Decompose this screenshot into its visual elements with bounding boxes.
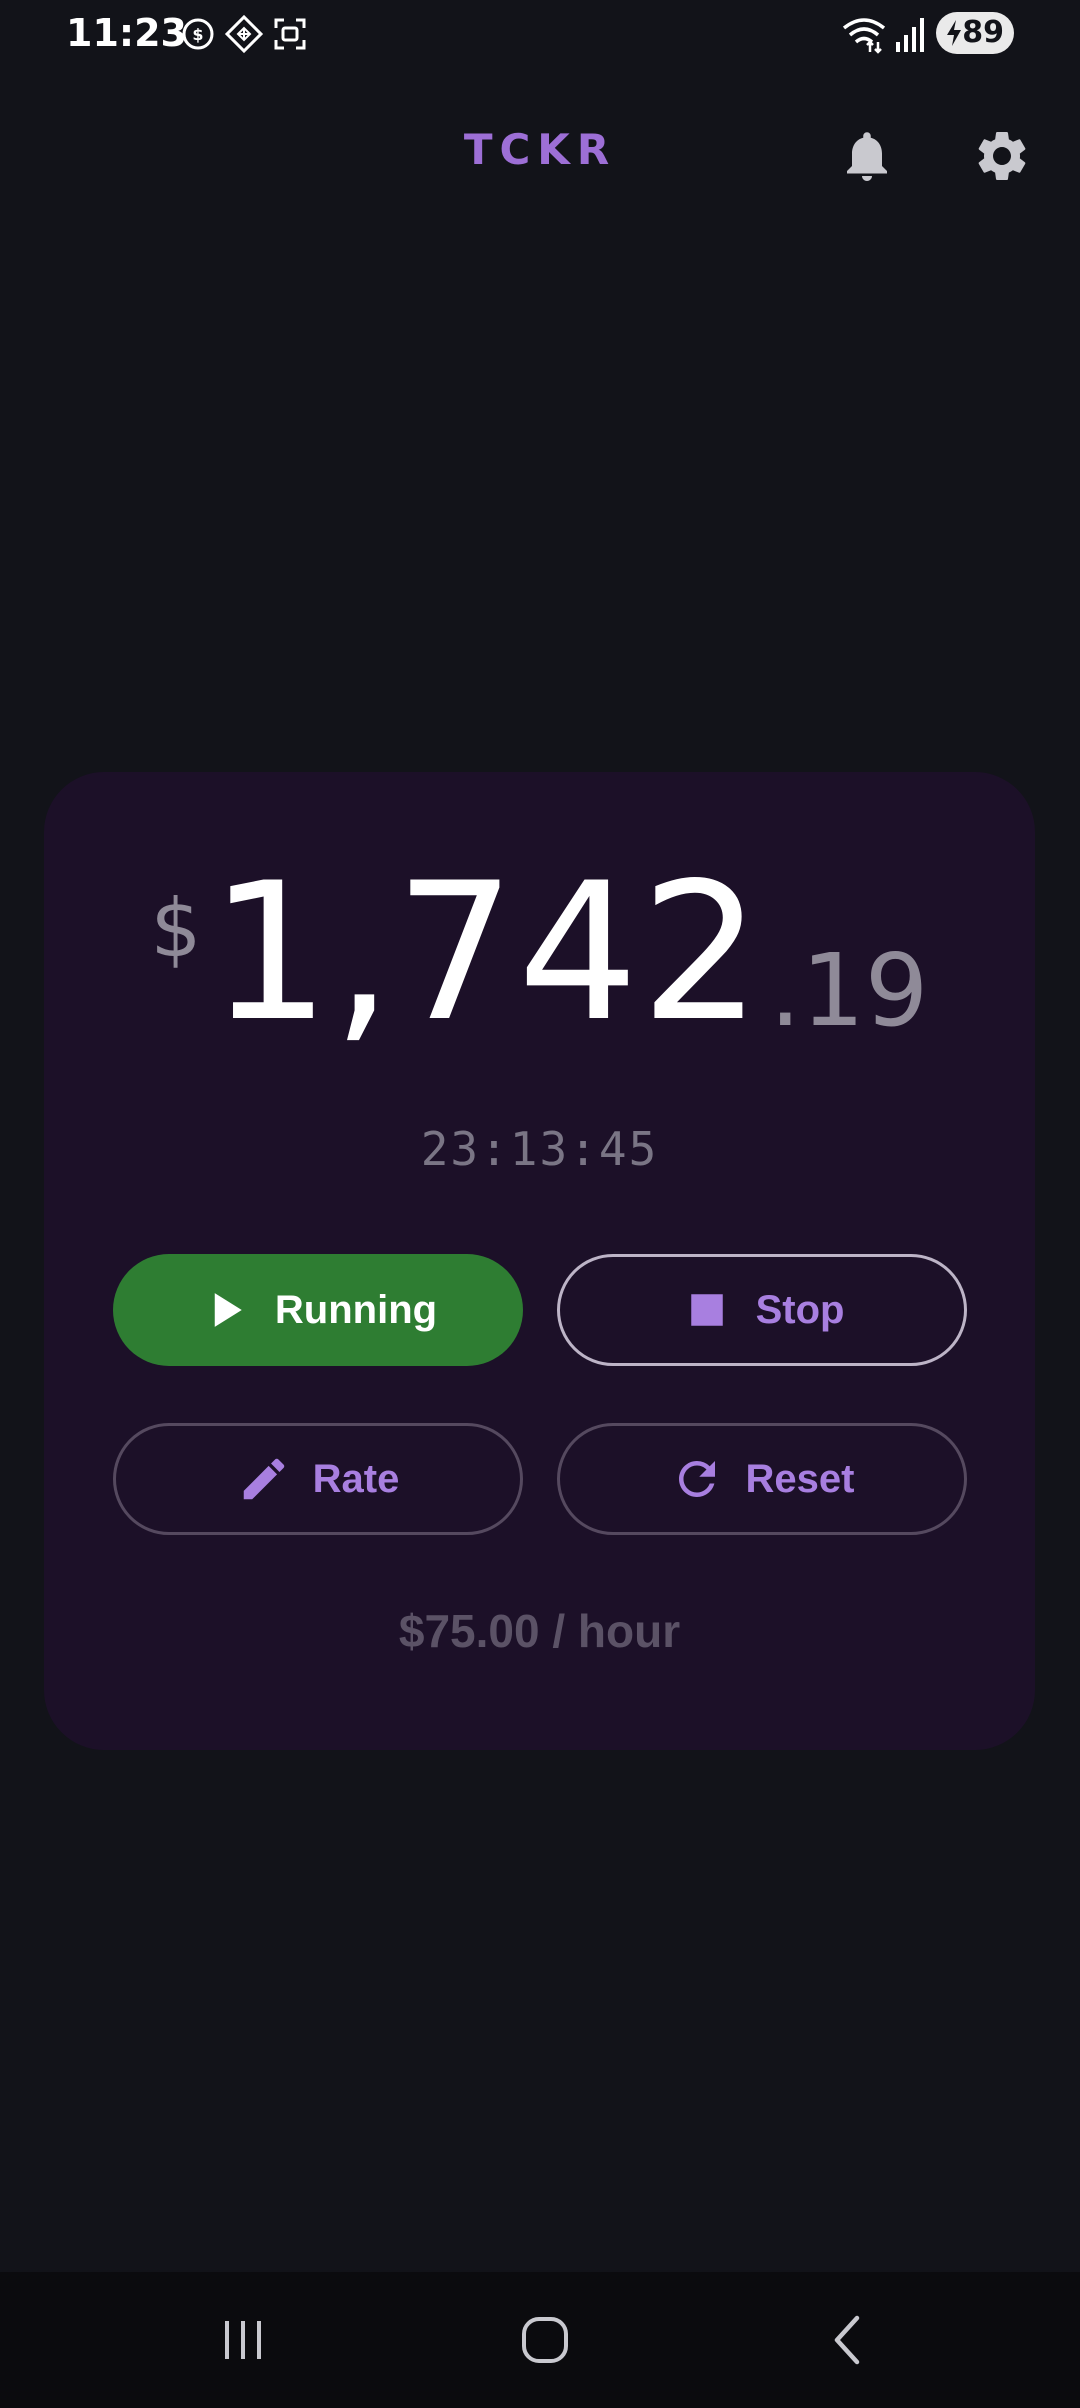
stop-button[interactable]: Stop bbox=[557, 1254, 967, 1366]
battery-charging-icon: 89 bbox=[936, 12, 1014, 54]
screenshot-icon bbox=[270, 14, 310, 54]
navigation-bar bbox=[0, 2272, 1080, 2408]
wifi-icon bbox=[840, 14, 888, 54]
battery-bolt-icon bbox=[947, 20, 961, 46]
play-icon bbox=[214, 1293, 242, 1327]
back-icon bbox=[834, 2315, 860, 2365]
earnings-card: $1,742.19 23:13:45 Running Stop Rate Res… bbox=[44, 772, 1035, 1750]
stop-icon bbox=[690, 1294, 723, 1326]
refresh-icon bbox=[678, 1461, 715, 1497]
recents-button[interactable] bbox=[198, 2300, 288, 2380]
stop-label: Stop bbox=[755, 1287, 845, 1332]
currency-symbol: $ bbox=[150, 882, 202, 975]
gear-icon bbox=[978, 132, 1026, 180]
reset-button[interactable]: Reset bbox=[557, 1423, 967, 1535]
rate-button[interactable]: Rate bbox=[113, 1423, 523, 1535]
home-button[interactable] bbox=[500, 2300, 590, 2380]
home-icon bbox=[522, 2317, 568, 2363]
status-bar: 11:23 $ 89 bbox=[0, 0, 1080, 66]
notifications-button[interactable] bbox=[831, 120, 903, 192]
hourly-rate: $75.00 / hour bbox=[398, 1605, 681, 1657]
svg-text:$: $ bbox=[192, 25, 203, 44]
recents-icon bbox=[225, 2321, 261, 2359]
earnings-amount: $1,742.19 bbox=[44, 858, 1035, 1050]
reset-label: Reset bbox=[745, 1456, 855, 1501]
signal-icon bbox=[894, 14, 926, 54]
rate-label: Rate bbox=[312, 1456, 400, 1501]
running-label: Running bbox=[274, 1287, 438, 1332]
diamond-grid-icon bbox=[224, 14, 264, 54]
earnings-whole: 1,742 bbox=[209, 842, 764, 1063]
app-title: TCKR bbox=[463, 125, 617, 174]
pencil-icon bbox=[243, 1458, 284, 1500]
bell-icon bbox=[847, 132, 887, 181]
dollar-circle-icon: $ bbox=[178, 14, 218, 54]
screen: 11:23 $ 89 TCKR $1,742.19 23:13:45 Runni… bbox=[0, 0, 1080, 2408]
status-time: 11:23 bbox=[66, 11, 187, 55]
back-button[interactable] bbox=[802, 2300, 892, 2380]
battery-level: 89 bbox=[962, 15, 1004, 50]
elapsed-time: 23:13:45 bbox=[420, 1122, 659, 1176]
earnings-cents: .19 bbox=[769, 932, 929, 1049]
settings-button[interactable] bbox=[966, 120, 1038, 192]
running-button[interactable]: Running bbox=[113, 1254, 523, 1366]
